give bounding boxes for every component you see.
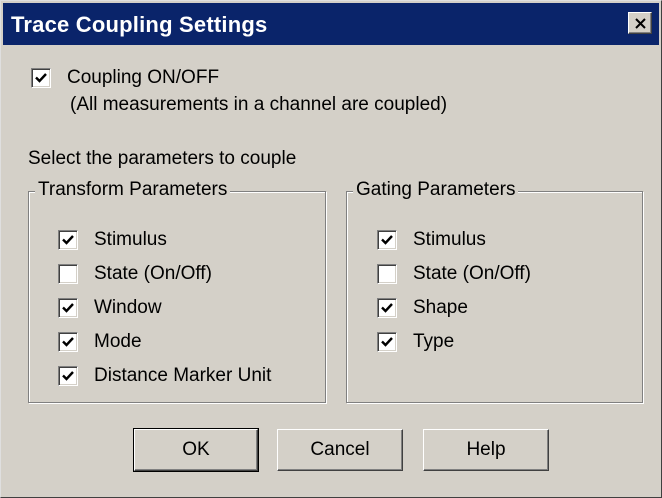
parameter-checkbox[interactable] bbox=[58, 230, 78, 250]
coupling-checkbox[interactable] bbox=[31, 68, 51, 88]
parameter-label: Mode bbox=[94, 331, 142, 352]
parameter-label: Distance Marker Unit bbox=[94, 365, 272, 386]
instruction-text: Select the parameters to couple bbox=[28, 148, 297, 169]
parameter-label: State (On/Off) bbox=[94, 263, 212, 284]
coupling-label: Coupling ON/OFF bbox=[67, 67, 220, 88]
cancel-button[interactable]: Cancel bbox=[277, 429, 403, 471]
check-icon bbox=[62, 303, 74, 313]
check-icon bbox=[381, 303, 393, 313]
title-bar: Trace Coupling Settings bbox=[3, 3, 659, 45]
close-button[interactable] bbox=[628, 12, 652, 34]
help-button[interactable]: Help bbox=[423, 429, 549, 471]
parameter-checkbox[interactable] bbox=[58, 366, 78, 386]
parameter-checkbox[interactable] bbox=[58, 298, 78, 318]
parameter-checkbox[interactable] bbox=[377, 298, 397, 318]
trace-coupling-dialog: Trace Coupling Settings Coupling ON/OFF … bbox=[0, 0, 662, 498]
close-icon bbox=[635, 18, 646, 29]
parameter-label: Stimulus bbox=[413, 229, 486, 250]
check-icon bbox=[62, 337, 74, 347]
parameter-label: Type bbox=[413, 331, 455, 352]
parameter-checkbox[interactable] bbox=[58, 332, 78, 352]
parameter-label: Shape bbox=[413, 297, 468, 318]
parameter-label: Stimulus bbox=[94, 229, 167, 250]
parameter-label: State (On/Off) bbox=[413, 263, 531, 284]
parameter-checkbox[interactable] bbox=[377, 332, 397, 352]
check-icon bbox=[35, 73, 47, 83]
parameter-label: Window bbox=[94, 297, 162, 318]
parameter-checkbox[interactable] bbox=[58, 264, 78, 284]
coupling-note: (All measurements in a channel are coupl… bbox=[70, 94, 448, 115]
check-icon bbox=[381, 235, 393, 245]
parameter-checkbox[interactable] bbox=[377, 230, 397, 250]
window-title: Trace Coupling Settings bbox=[11, 12, 268, 37]
check-icon bbox=[62, 235, 74, 245]
transform-group-title: Transform Parameters bbox=[35, 179, 231, 201]
gating-parameters-group: Gating Parameters bbox=[346, 179, 643, 403]
gating-group-title: Gating Parameters bbox=[353, 179, 519, 201]
check-icon bbox=[62, 371, 74, 381]
check-icon bbox=[381, 337, 393, 347]
parameter-checkbox[interactable] bbox=[377, 264, 397, 284]
ok-button[interactable]: OK bbox=[133, 428, 259, 472]
